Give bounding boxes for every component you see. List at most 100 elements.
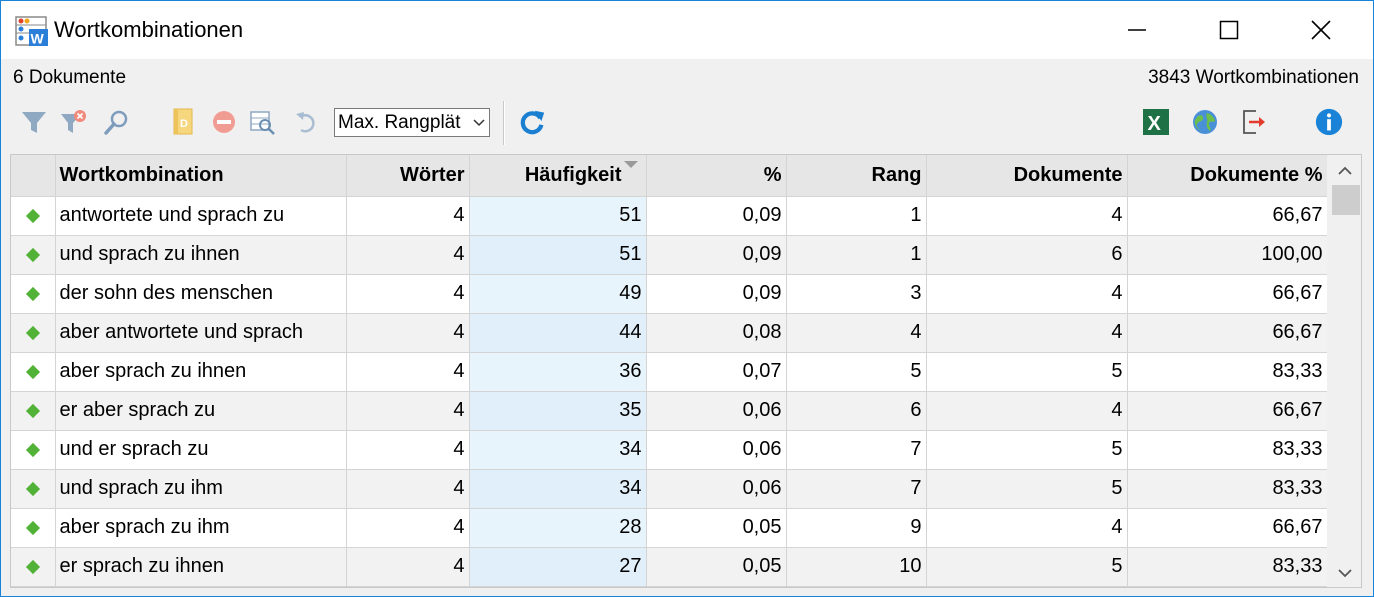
table-row[interactable]: er sprach zu ihnen 4 27 0,05 10 5 83,33	[11, 547, 1328, 587]
cell-woerter: 4	[346, 547, 470, 587]
scrollbar-thumb[interactable]	[1332, 185, 1360, 215]
column-header-dokumente-prozent[interactable]: Dokumente %	[1127, 155, 1328, 197]
maximize-icon	[1219, 20, 1239, 40]
cell-rang: 7	[786, 430, 927, 470]
exit-icon[interactable]	[1239, 107, 1269, 137]
column-header-dokumente[interactable]: Dokumente	[926, 155, 1128, 197]
cell-wortkombination: er aber sprach zu	[55, 391, 347, 431]
chevron-down-icon	[471, 109, 487, 136]
cell-rang: 10	[786, 547, 927, 587]
vertical-scrollbar[interactable]	[1327, 155, 1361, 587]
table-row[interactable]: der sohn des menschen 4 49 0,09 3 4 66,67	[11, 274, 1328, 314]
cell-rang: 7	[786, 469, 927, 509]
table-row[interactable]: und sprach zu ihnen 4 51 0,09 1 6 100,00	[11, 235, 1328, 275]
cell-dokumente-prozent: 66,67	[1127, 274, 1328, 314]
scroll-down-icon[interactable]	[1335, 563, 1355, 583]
table-row[interactable]: aber sprach zu ihnen 4 36 0,07 5 5 83,33	[11, 352, 1328, 392]
table-row[interactable]: und sprach zu ihm 4 34 0,06 7 5 83,33	[11, 469, 1328, 509]
minimize-button[interactable]	[1091, 1, 1183, 59]
table-body: antwortete und sprach zu 4 51 0,09 1 4 66,67 un…	[11, 196, 1328, 587]
cell-haeufigkeit: 44	[469, 313, 647, 353]
cell-dokumente: 6	[926, 235, 1128, 275]
cell-dokumente: 5	[926, 469, 1128, 509]
cell-haeufigkeit: 28	[469, 508, 647, 548]
cell-dokumente-prozent: 66,67	[1127, 391, 1328, 431]
column-header-haeufigkeit-label: Häufigkeit	[524, 163, 622, 186]
info-icon[interactable]	[1314, 107, 1344, 137]
diamond-icon	[25, 481, 40, 497]
cell-rang: 1	[786, 235, 927, 275]
cell-prozent: 0,07	[646, 352, 787, 392]
table-row[interactable]: aber antwortete und sprach 4 44 0,08 4 4 66,67	[11, 313, 1328, 353]
svg-text:X: X	[1148, 113, 1162, 135]
cell-rang: 5	[786, 352, 927, 392]
row-marker	[11, 313, 56, 353]
table-row[interactable]: und er sprach zu 4 34 0,06 7 5 83,33	[11, 430, 1328, 470]
diamond-icon	[25, 520, 40, 536]
cell-woerter: 4	[346, 274, 470, 314]
cell-wortkombination: und sprach zu ihnen	[55, 235, 347, 275]
cell-dokumente-prozent: 83,33	[1127, 469, 1328, 509]
cell-woerter: 4	[346, 313, 470, 353]
table-row[interactable]: aber sprach zu ihm 4 28 0,05 9 4 66,67	[11, 508, 1328, 548]
cell-wortkombination: er sprach zu ihnen	[55, 547, 347, 587]
diamond-icon	[25, 286, 40, 302]
cell-dokumente: 5	[926, 547, 1128, 587]
cell-dokumente-prozent: 66,67	[1127, 508, 1328, 548]
search-icon[interactable]	[101, 107, 131, 137]
maximize-button[interactable]	[1183, 1, 1275, 59]
filter-remove-icon[interactable]	[58, 107, 88, 137]
cell-wortkombination: und er sprach zu	[55, 430, 347, 470]
svg-text:D: D	[180, 118, 188, 130]
refresh-icon[interactable]	[517, 107, 547, 137]
scroll-up-icon[interactable]	[1335, 161, 1355, 181]
cell-rang: 4	[786, 313, 927, 353]
document-icon[interactable]: D	[168, 107, 198, 137]
info-bar: 6 Dokumente 3843 Wortkombinationen	[1, 59, 1373, 95]
cell-rang: 3	[786, 274, 927, 314]
table-row[interactable]: er aber sprach zu 4 35 0,06 6 4 66,67	[11, 391, 1328, 431]
filter-icon[interactable]	[19, 107, 49, 137]
column-header-wortkombination[interactable]: Wortkombination	[55, 155, 347, 197]
window-title: Wortkombinationen	[54, 17, 244, 42]
max-rank-select[interactable]: Max. Rangplät	[334, 108, 490, 137]
diamond-icon	[25, 442, 40, 458]
column-header-haeufigkeit[interactable]: Häufigkeit	[469, 155, 647, 197]
cell-wortkombination: antwortete und sprach zu	[55, 196, 347, 236]
cell-dokumente: 4	[926, 508, 1128, 548]
cell-haeufigkeit: 36	[469, 352, 647, 392]
row-marker	[11, 508, 56, 548]
table-row[interactable]: antwortete und sprach zu 4 51 0,09 1 4 66,67	[11, 196, 1328, 236]
cell-wortkombination: und sprach zu ihm	[55, 469, 347, 509]
column-header-rang[interactable]: Rang	[786, 155, 927, 197]
undo-icon[interactable]	[291, 107, 321, 137]
cell-dokumente-prozent: 83,33	[1127, 352, 1328, 392]
column-header-prozent[interactable]: %	[646, 155, 787, 197]
row-marker	[11, 547, 56, 587]
toolbar-separator	[503, 101, 505, 145]
max-rank-select-value: Max. Rangplät	[338, 112, 461, 133]
remove-icon[interactable]	[209, 107, 239, 137]
svg-text:W: W	[31, 31, 45, 47]
cell-woerter: 4	[346, 196, 470, 236]
cell-woerter: 4	[346, 508, 470, 548]
column-header-woerter[interactable]: Wörter	[346, 155, 470, 197]
cell-haeufigkeit: 34	[469, 430, 647, 470]
row-marker	[11, 235, 56, 275]
cell-haeufigkeit: 35	[469, 391, 647, 431]
cell-dokumente-prozent: 66,67	[1127, 196, 1328, 236]
cell-prozent: 0,09	[646, 235, 787, 275]
cell-rang: 6	[786, 391, 927, 431]
diamond-icon	[25, 364, 40, 380]
cell-prozent: 0,09	[646, 196, 787, 236]
excel-export-icon[interactable]: X	[1141, 107, 1171, 137]
wortkombinationen-window: W Wortkombinationen 6 Dokumente 3843 Wor…	[0, 0, 1374, 597]
cell-dokumente: 4	[926, 274, 1128, 314]
cell-dokumente-prozent: 100,00	[1127, 235, 1328, 275]
search-table-icon[interactable]	[248, 107, 278, 137]
web-export-icon[interactable]	[1190, 107, 1220, 137]
cell-haeufigkeit: 34	[469, 469, 647, 509]
cell-prozent: 0,05	[646, 508, 787, 548]
close-button[interactable]	[1275, 1, 1367, 59]
diamond-icon	[25, 325, 40, 341]
